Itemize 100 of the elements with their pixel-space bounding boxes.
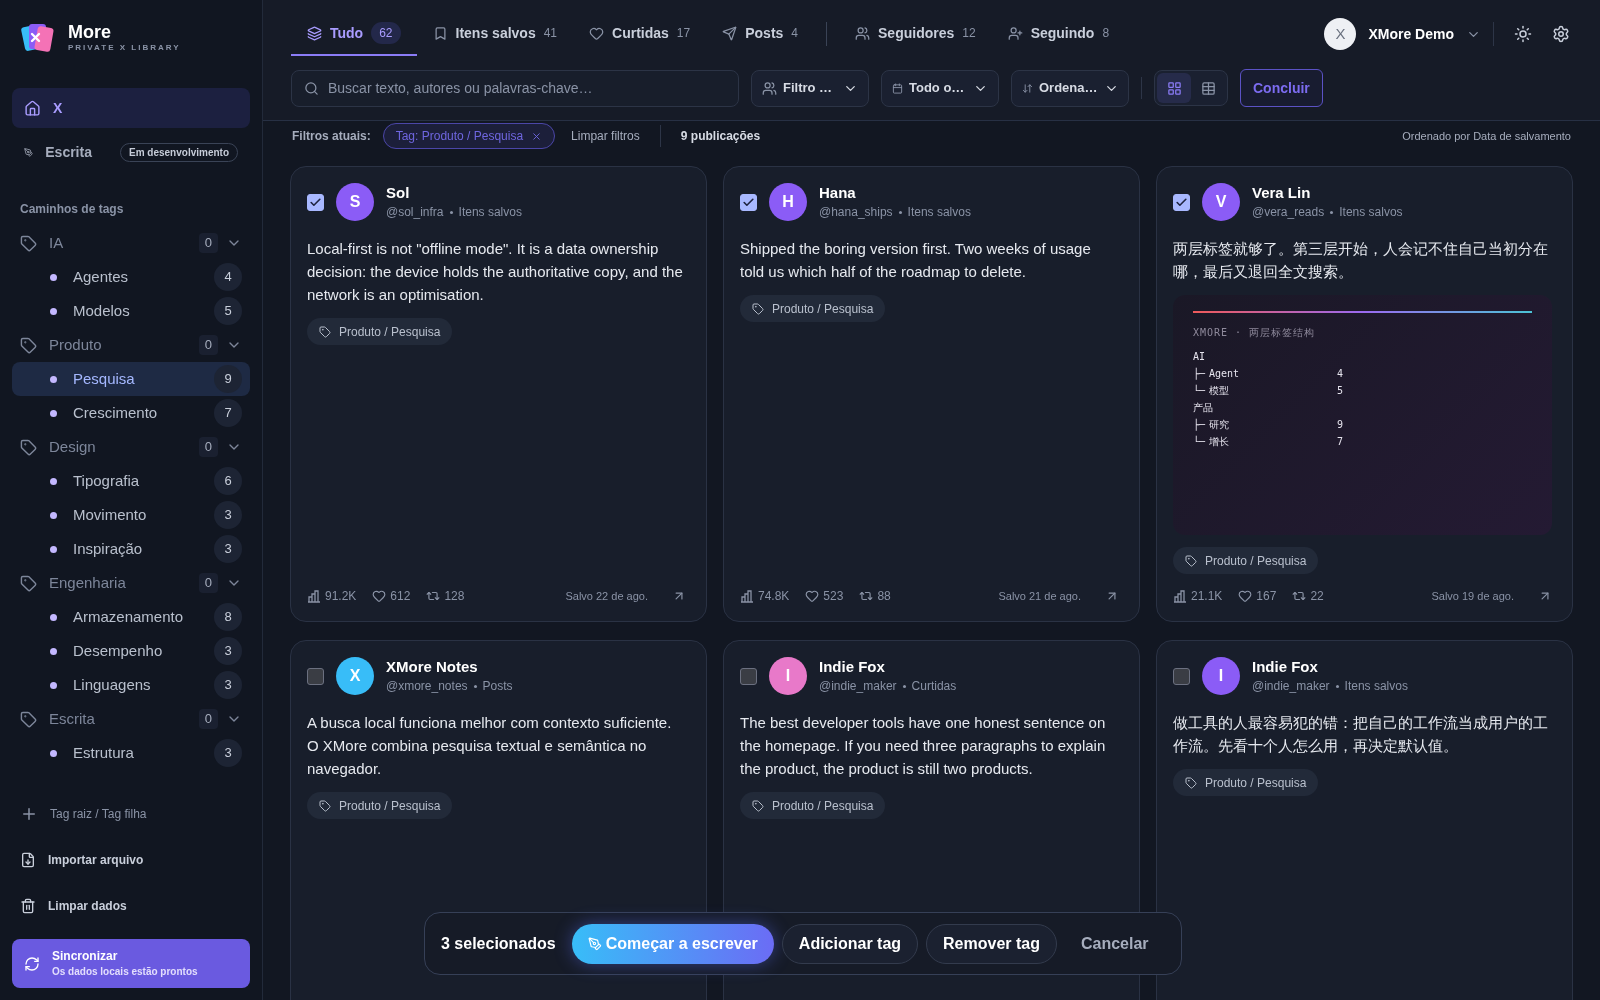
- author-handle: @xmore_notes: [386, 678, 468, 695]
- tag-count: 3: [214, 671, 242, 699]
- tag-name: Inspiração: [73, 538, 144, 559]
- tag-count: 9: [214, 365, 242, 393]
- post-text: Local-first is not "offline mode". It is a data ownership decision: the device holds the authoritative copy, and the network is an optimisation.: [307, 239, 684, 305]
- author-handle: @indie_maker: [819, 678, 897, 695]
- result-count: 9 publicações: [680, 128, 761, 145]
- likes-stat: 523: [805, 587, 844, 605]
- tag-name: Armazenamento: [73, 606, 185, 627]
- author-avatar: H: [769, 183, 807, 221]
- tab-count: 62: [371, 22, 401, 44]
- tree-branch: └─: [1193, 434, 1207, 449]
- tag-count: 0: [198, 573, 218, 593]
- tab-count: 4: [791, 25, 798, 42]
- author-avatar: I: [1202, 657, 1240, 695]
- tag-group-name: Engenharia: [49, 572, 127, 593]
- author-handle: @hana_ships: [819, 204, 893, 221]
- views-stat: 21.1K: [1173, 587, 1223, 605]
- tree-branch: └─: [1193, 383, 1207, 398]
- tree-count: 7: [1336, 435, 1343, 449]
- tab-count: 12: [962, 25, 976, 42]
- tag-count: 8: [214, 603, 242, 631]
- tag-count: 3: [214, 535, 242, 563]
- post-text: The best developer tools have one honest sentence on the homepage. If you need three paragraphs to explain the product, the product is still two products.: [740, 713, 1107, 779]
- tag-count: 0: [198, 233, 218, 253]
- author-name: Sol: [386, 183, 411, 203]
- author-avatar: V: [1202, 183, 1240, 221]
- user-avatar: X: [1324, 18, 1357, 50]
- tag-group-name: Escrita: [49, 708, 96, 729]
- nav-label: X: [53, 98, 63, 118]
- tag-name: Crescimento: [73, 402, 159, 423]
- author-avatar: I: [769, 657, 807, 695]
- saved-date: Salvo 19 de ago.: [1431, 588, 1514, 604]
- post-text: Shipped the boring version first. Two weeks of usage told us which half of the roadmap to delete.: [740, 239, 1092, 282]
- tab-count: 41: [543, 25, 558, 42]
- tag-name: Movimento: [73, 504, 148, 525]
- post-source: Itens salvos: [1344, 678, 1408, 695]
- saved-date: Salvo 21 de ago.: [998, 588, 1081, 604]
- post-source: Itens salvos: [907, 204, 971, 221]
- image-caption: XMORE · 两层标签结构: [1193, 326, 1317, 340]
- views-stat: 91.2K: [307, 587, 357, 605]
- sync-subtitle: Os dados locais estão prontos: [52, 965, 198, 979]
- author-name: Indie Fox: [1252, 657, 1319, 677]
- tag-count: 7: [214, 399, 242, 427]
- author-avatar: S: [336, 183, 374, 221]
- tag-name: Estrutura: [73, 742, 135, 763]
- saved-date: Salvo 22 de ago.: [565, 588, 648, 604]
- author-avatar: X: [336, 657, 374, 695]
- reposts-stat: 88: [859, 587, 891, 605]
- action-label: Importar arquivo: [48, 852, 144, 869]
- post-text: 做工具的人最容易犯的错：把自己的工作流当成用户的工作流。先看十个人怎么用，再决定默认值。: [1173, 713, 1549, 756]
- tag-name: Desempenho: [73, 640, 164, 661]
- likes-stat: 167: [1238, 587, 1277, 605]
- action-label: Tag raiz / Tag filha: [50, 806, 147, 823]
- action-label: Limpar dados: [48, 898, 127, 915]
- post-source: Itens salvos: [1339, 204, 1403, 221]
- tab-count: 8: [1102, 25, 1110, 42]
- tab-count: 17: [676, 25, 691, 42]
- author-handle: @sol_infra: [386, 204, 444, 221]
- tag-group-name: IA: [49, 232, 65, 253]
- reposts-stat: 128: [426, 587, 465, 605]
- author-name: Indie Fox: [819, 657, 886, 677]
- likes-stat: 612: [372, 587, 411, 605]
- sort-note: Ordenado por Data de salvamento: [1402, 128, 1571, 144]
- tag-count: 0: [198, 437, 218, 457]
- sync-title: Sincronizar: [52, 948, 119, 964]
- user-name: XMore Demo: [1368, 24, 1454, 44]
- post-source: Itens salvos: [458, 204, 522, 221]
- section-title: Caminhos de tags: [19, 201, 125, 218]
- tag-count: 0: [198, 709, 218, 729]
- post-source: Curtidas: [911, 678, 957, 695]
- tree-label: 产品: [1193, 401, 1214, 415]
- tag-count: 6: [214, 467, 242, 495]
- selection-count: 3 selecionados: [441, 933, 556, 954]
- author-name: Hana: [819, 183, 857, 203]
- tree-label: 增长: [1209, 435, 1230, 449]
- brand-name: More: [68, 22, 112, 42]
- tree-label: Agent: [1209, 367, 1241, 381]
- tag-name: Agentes: [73, 266, 130, 287]
- post-source: Posts: [482, 678, 513, 695]
- tag-count: 3: [214, 501, 242, 529]
- tree-branch: ├─: [1193, 366, 1207, 382]
- post-text: A busca local funciona melhor com contexto suficiente. O XMore combina pesquisa textual e semântica no navegador.: [307, 713, 673, 779]
- post-text: 两层标签就够了。第三层开始，人会记不住自己当初分在哪，最后又退回全文搜索。: [1173, 239, 1549, 282]
- tag-count: 5: [214, 297, 242, 325]
- tag-group-name: Produto: [49, 334, 103, 355]
- nav-label: Escrita: [45, 142, 92, 162]
- tag-name: Tipografia: [73, 470, 141, 491]
- reposts-stat: 22: [1292, 587, 1324, 605]
- filters-label: Filtros atuais:: [292, 128, 371, 145]
- author-name: XMore Notes: [386, 657, 479, 677]
- tag-name: Linguagens: [73, 674, 152, 695]
- tag-count: 0: [198, 335, 218, 355]
- tree-label: 研究: [1209, 418, 1230, 432]
- tree-label: 模型: [1209, 384, 1230, 398]
- author-name: Vera Lin: [1252, 183, 1312, 203]
- tag-count: 3: [214, 637, 242, 665]
- brand-tagline: PRIVATE X LIBRARY: [68, 42, 181, 54]
- tag-count: 4: [214, 263, 242, 291]
- tag-group-name: Design: [49, 436, 97, 457]
